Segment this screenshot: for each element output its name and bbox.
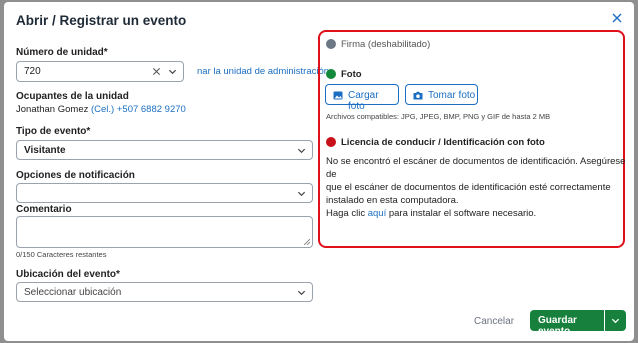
location-label: Ubicación del evento* — [16, 269, 120, 280]
license-message-line: No se encontró el escáner de documentos … — [326, 156, 626, 180]
upload-photo-label: Cargar foto — [348, 90, 379, 112]
photo-label: Foto — [341, 69, 362, 80]
install-suffix: para instalar el software necesario. — [388, 208, 537, 219]
unit-number-field[interactable]: 720 — [16, 61, 184, 82]
chevron-down-icon[interactable] — [168, 67, 177, 76]
save-event-button[interactable]: Guardar evento — [530, 310, 604, 337]
signature-status-dot — [326, 39, 336, 49]
camera-icon — [413, 91, 423, 100]
photo-formats-note: Archivos compatibles: JPG, JPEG, BMP, PN… — [326, 112, 551, 121]
unit-number-value: 720 — [24, 66, 41, 77]
image-icon — [333, 91, 343, 100]
occupant-name: Jonathan Gomez — [16, 104, 89, 115]
comment-textarea[interactable] — [16, 216, 313, 248]
signature-label: Firma (deshabilitado) — [341, 39, 431, 50]
install-software-link[interactable]: aquí — [368, 208, 387, 219]
resize-handle-icon[interactable] — [304, 239, 310, 245]
comment-label: Comentario — [16, 204, 72, 215]
unit-number-label: Número de unidad* — [16, 47, 108, 58]
save-options-button[interactable] — [605, 310, 626, 331]
event-dialog: Abrir / Registrar un evento Número de un… — [4, 2, 634, 341]
comment-counter: 0/150 Caracteres restantes — [16, 250, 107, 259]
event-type-label: Tipo de evento* — [16, 126, 91, 137]
take-photo-button[interactable]: Tomar foto — [405, 84, 478, 105]
admin-unit-link[interactable]: nar la unidad de administración — [197, 66, 329, 77]
photo-status-dot — [326, 69, 336, 79]
event-type-value: Visitante — [24, 145, 66, 156]
install-prefix: Haga clic — [326, 208, 366, 219]
close-icon[interactable] — [610, 11, 624, 25]
save-event-label: Guardar evento — [538, 315, 577, 337]
occupants-label: Ocupantes de la unidad — [16, 91, 129, 102]
notification-select[interactable] — [16, 183, 313, 203]
occupant-phone[interactable]: (Cel.) +507 6882 9270 — [91, 104, 186, 115]
location-placeholder: Seleccionar ubicación — [24, 287, 122, 298]
install-instruction: Haga clic aquí para instalar el software… — [326, 207, 626, 220]
location-select[interactable]: Seleccionar ubicación — [16, 282, 313, 302]
license-label: Licencia de conducir / Identificación co… — [341, 137, 545, 148]
chevron-down-icon — [611, 318, 620, 324]
chevron-down-icon — [297, 148, 306, 154]
take-photo-label: Tomar foto — [428, 90, 476, 101]
license-status-dot — [326, 137, 336, 147]
notification-label: Opciones de notificación — [16, 170, 135, 181]
clear-icon[interactable] — [152, 67, 161, 76]
chevron-down-icon — [297, 191, 306, 197]
upload-photo-button[interactable]: Cargar foto — [325, 84, 399, 112]
license-message-line: instalado en esta computadora. — [326, 195, 459, 206]
cancel-button[interactable]: Cancelar — [474, 316, 514, 327]
capture-panel: Firma (deshabilitado) Foto Cargar foto T… — [318, 30, 625, 248]
occupant-entry: Jonathan Gomez (Cel.) +507 6882 9270 — [16, 104, 186, 115]
license-message-line: que el escáner de documentos de identifi… — [326, 182, 611, 193]
event-type-select[interactable]: Visitante — [16, 140, 313, 160]
dialog-title: Abrir / Registrar un evento — [16, 13, 187, 28]
chevron-down-icon — [297, 290, 306, 296]
license-message: No se encontró el escáner de documentos … — [326, 155, 626, 220]
